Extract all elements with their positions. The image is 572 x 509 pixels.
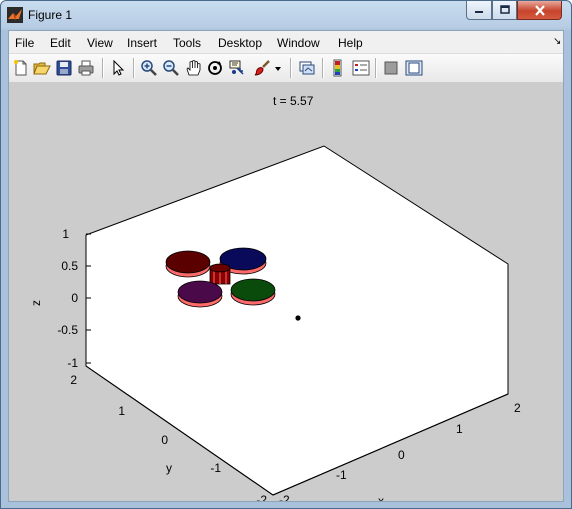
y-tick-label: -2 [256,493,267,501]
hub [209,263,231,285]
x-tick-label: 1 [456,422,463,436]
show-plot-tools-icon[interactable] [405,59,423,77]
open-file-icon[interactable] [33,59,51,77]
menu-view[interactable]: View [87,36,113,50]
print-icon[interactable] [77,59,95,77]
colorbar-icon[interactable] [329,59,347,77]
legend-icon[interactable] [352,59,370,77]
figure-canvas[interactable]: t = 5.57 1 0.5 0 -0.5 -1 z 2 1 0 -1 -2 y… [9,82,563,501]
y-tick-label: -1 [210,461,221,475]
zoom-in-icon[interactable] [140,59,158,77]
z-tick-label: 0.5 [61,259,78,273]
maximize-button[interactable] [492,1,517,20]
menu-insert[interactable]: Insert [127,36,157,50]
rotate-3d-icon[interactable] [206,59,224,77]
z-tick-label: -0.5 [57,323,78,337]
matlab-icon [7,7,23,23]
axes-box [85,145,509,496]
close-button[interactable] [517,1,562,20]
rotor-back-left [165,250,211,278]
pan-hand-icon[interactable] [184,59,202,77]
minimize-icon [475,11,483,13]
zoom-out-icon[interactable] [162,59,180,77]
menu-edit[interactable]: Edit [50,36,71,50]
toolbar-separator [133,58,135,78]
y-tick-label: 2 [70,373,77,387]
y-axis-label: y [166,461,172,475]
axes-3d[interactable]: 1 0.5 0 -0.5 -1 z 2 1 0 -1 -2 y -2 -1 0 … [9,82,563,501]
y-tick-label: 1 [118,404,125,418]
figure-window: Figure 1 File Edit View Insert Tools Des… [0,0,572,509]
z-axis-label: z [29,300,43,306]
toolbar-separator [290,58,292,78]
z-tick-label: 0 [71,291,78,305]
z-tick-label: -1 [67,356,78,370]
toolbar-separator [375,58,377,78]
brush-icon[interactable] [253,59,271,77]
x-tick-label: -2 [279,493,290,501]
edit-plot-arrow-icon[interactable] [109,59,127,77]
menu-tools[interactable]: Tools [173,36,201,50]
rotor-front-right [230,278,276,306]
link-plot-icon[interactable] [298,59,316,77]
window-title: Figure 1 [28,8,73,22]
toolbar-separator [322,58,324,78]
z-tick-label: 1 [62,227,69,241]
maximize-icon [499,5,510,14]
menu-help[interactable]: Help [338,36,363,50]
menu-file[interactable]: File [15,36,34,50]
dock-arrow-icon[interactable]: ↘ [553,36,561,47]
menu-desktop[interactable]: Desktop [218,36,262,50]
y-tick-label: 0 [161,433,168,447]
minimize-button[interactable] [466,1,492,20]
x-axis-label: x [378,494,384,501]
toolbar-separator [102,58,104,78]
figure-client: File Edit View Insert Tools Desktop Wind… [8,30,564,502]
x-tick-label: -1 [336,468,347,482]
figure-toolbar [9,53,563,83]
save-icon[interactable] [55,59,73,77]
menu-bar: File Edit View Insert Tools Desktop Wind… [9,31,563,53]
x-tick-label: 2 [514,401,521,415]
menu-window[interactable]: Window [277,36,320,50]
hide-plot-tools-icon[interactable] [382,59,400,77]
target-point [295,315,301,321]
close-icon [534,4,545,16]
x-tick-label: 0 [398,448,405,462]
data-cursor-icon[interactable] [228,59,246,77]
new-figure-icon[interactable] [12,59,30,77]
rotor-front-left [177,280,223,308]
brush-dropdown-icon[interactable] [273,59,283,77]
title-bar[interactable]: Figure 1 [1,1,571,29]
